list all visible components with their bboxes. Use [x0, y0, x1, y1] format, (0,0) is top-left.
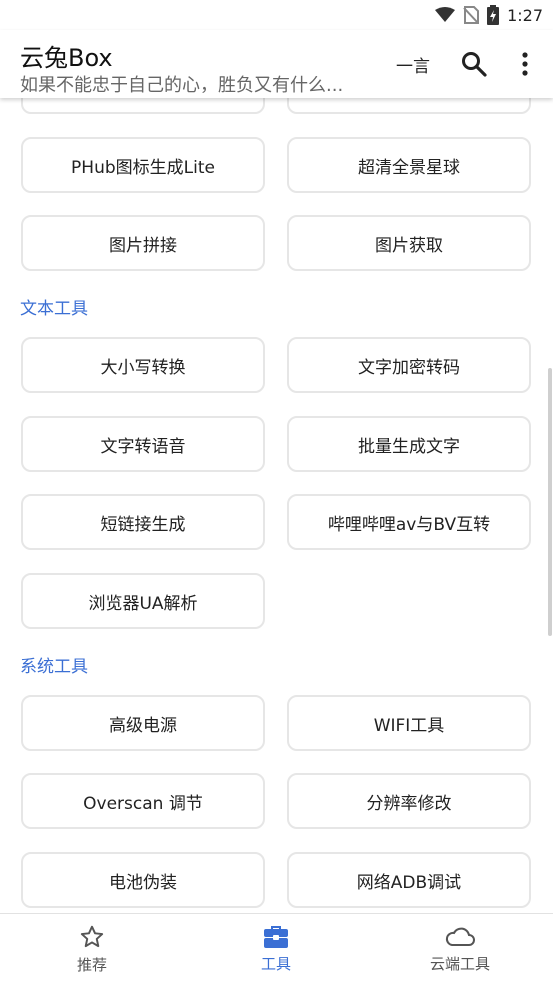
more-options-icon[interactable] — [514, 50, 536, 78]
tool-card-wifi-tools[interactable]: WIFI工具 — [287, 695, 531, 751]
tool-card-text-encrypt[interactable]: 文字加密转码 — [287, 337, 531, 393]
search-icon[interactable] — [460, 50, 488, 78]
wifi-icon — [435, 7, 456, 23]
tool-card-resolution[interactable]: 分辨率修改 — [287, 773, 531, 829]
tool-card-image-fetch[interactable]: 图片获取 — [287, 215, 531, 271]
tool-card-network-adb[interactable]: 网络ADB调试 — [287, 852, 531, 908]
toolbox-icon — [264, 925, 288, 948]
tool-card-text-to-speech[interactable]: 文字转语音 — [21, 416, 265, 472]
cloud-icon — [445, 927, 475, 946]
tool-card-advanced-power[interactable]: 高级电源 — [21, 695, 265, 751]
tools-list[interactable]: PHub图标生成Lite 超清全景星球 图片拼接 图片获取 文本工具 大小写转换… — [0, 98, 553, 913]
star-icon — [80, 925, 104, 947]
section-title-text-tools: 文本工具 — [20, 299, 88, 319]
tool-card-phub-icon[interactable]: PHub图标生成Lite — [21, 137, 265, 193]
section-title-system-tools: 系统工具 — [20, 657, 88, 677]
tool-card-image-stitch[interactable]: 图片拼接 — [21, 215, 265, 271]
tool-card-short-link[interactable]: 短链接生成 — [21, 494, 265, 550]
tool-card-partial[interactable] — [287, 98, 531, 114]
no-sim-icon — [463, 6, 480, 24]
tool-card-batch-text[interactable]: 批量生成文字 — [287, 416, 531, 472]
tool-card-partial[interactable] — [21, 98, 265, 114]
app-title: 云兔Box — [20, 44, 113, 72]
nav-label-tools: 工具 — [260, 954, 291, 973]
battery-icon — [487, 5, 500, 25]
tool-card-ua-parse[interactable]: 浏览器UA解析 — [21, 573, 265, 629]
yiyan-button[interactable]: 一言 — [396, 52, 430, 77]
app-subtitle[interactable]: 如果不能忠于自己的心，胜负又有什么... — [20, 71, 343, 97]
tool-card-overscan[interactable]: Overscan 调节 — [21, 773, 265, 829]
nav-label-recommend: 推荐 — [76, 955, 107, 974]
scrollbar[interactable] — [548, 368, 552, 636]
nav-label-cloud-tools: 云端工具 — [429, 954, 490, 973]
nav-item-tools[interactable]: 工具 — [184, 914, 368, 984]
tool-card-case-convert[interactable]: 大小写转换 — [21, 337, 265, 393]
app-bar: 云兔Box 如果不能忠于自己的心，胜负又有什么... 一言 — [0, 30, 553, 98]
tool-card-panorama-planet[interactable]: 超清全景星球 — [287, 137, 531, 193]
status-bar: 1:27 — [0, 0, 553, 30]
tool-card-battery-spoof[interactable]: 电池伪装 — [21, 852, 265, 908]
nav-item-cloud-tools[interactable]: 云端工具 — [368, 914, 552, 984]
nav-item-recommend[interactable]: 推荐 — [0, 914, 184, 984]
status-time: 1:27 — [507, 5, 543, 25]
tool-card-av-bv-convert[interactable]: 哔哩哔哩av与BV互转 — [287, 494, 531, 550]
bottom-nav: 推荐 工具 云端工具 — [0, 913, 553, 984]
